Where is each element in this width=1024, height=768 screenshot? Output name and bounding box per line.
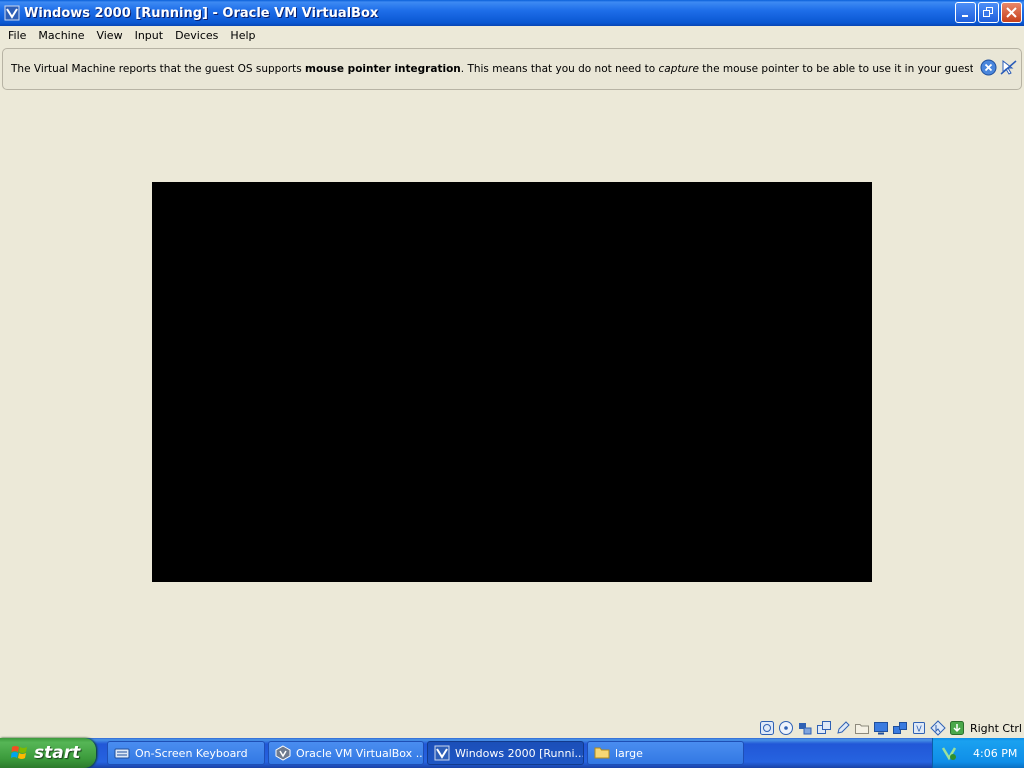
host-key-label: Right Ctrl [969,721,1022,735]
shared-folders-icon[interactable] [816,720,832,736]
start-label: start [34,743,81,763]
task-virtualbox-manager[interactable]: Oracle VM VirtualBox ... [268,741,424,765]
keyboard-icon [114,748,130,759]
pencil-icon[interactable] [835,720,851,736]
banner-message: The Virtual Machine reports that the gue… [11,63,973,75]
vm-display[interactable] [152,182,872,582]
virtualbox-icon [275,745,291,761]
menu-machine[interactable]: Machine [32,26,90,46]
virtualbox-icon [4,5,20,21]
close-button[interactable] [1001,2,1022,23]
minimize-icon [962,15,968,17]
display-icon[interactable] [873,720,889,736]
start-button[interactable]: start [0,738,96,768]
folder-icon[interactable] [854,720,870,736]
task-label: large [615,746,643,760]
windows-flag-icon [11,746,27,759]
hard-disk-icon[interactable] [759,720,775,736]
task-label: Oracle VM VirtualBox ... [296,746,424,760]
banner-text-2: . This means that you do not need to [460,63,659,75]
mouse-integration-off-icon[interactable] [1000,59,1017,76]
menu-devices[interactable]: Devices [169,26,224,46]
banner-italic-text: capture [658,63,699,75]
task-label: Windows 2000 [Runni... [455,746,584,760]
banner-text-3: the mouse pointer to be able to use it i… [702,63,973,75]
system-tray: 4:06 PM [932,738,1024,768]
dismiss-icon[interactable] [980,59,997,76]
mouse-integration-banner: The Virtual Machine reports that the gue… [2,48,1022,90]
cpu-icon[interactable]: V [911,720,927,736]
taskbar: start On-Screen Keyboard Oracle VM Virtu… [0,738,1024,768]
network-icon[interactable] [892,720,908,736]
menu-help[interactable]: Help [224,26,261,46]
banner-text-1: The Virtual Machine reports that the gue… [11,63,306,75]
menu-bar: File Machine View Input Devices Help [0,26,1024,46]
close-icon [1006,7,1017,18]
task-on-screen-keyboard[interactable]: On-Screen Keyboard [107,741,265,765]
banner-actions [980,59,1017,76]
restore-icon [983,7,993,17]
menu-input[interactable]: Input [129,26,169,46]
banner-bold-text: mouse pointer integration [305,63,461,75]
usb-icon[interactable] [797,720,813,736]
virtualbox-tray-icon[interactable] [941,745,957,761]
minimize-button[interactable] [955,2,976,23]
host-key-icon[interactable] [949,720,965,736]
vm-window-icon [434,745,450,761]
task-label: On-Screen Keyboard [135,746,248,760]
mouse-integration-icon[interactable] [930,720,946,736]
window-title-bar[interactable]: Windows 2000 [Running] - Oracle VM Virtu… [0,0,1024,26]
vm-status-bar: V Right Ctrl [759,718,1024,738]
menu-file[interactable]: File [2,26,32,46]
restore-button[interactable] [978,2,999,23]
optical-drive-icon[interactable] [778,720,794,736]
window-title: Windows 2000 [Running] - Oracle VM Virtu… [24,5,379,21]
window-controls [955,2,1022,23]
folder-icon [594,747,610,759]
task-folder-large[interactable]: large [587,741,744,765]
clock[interactable]: 4:06 PM [973,747,1017,760]
svg-text:V: V [916,725,922,734]
menu-view[interactable]: View [90,26,128,46]
task-windows-2000-vm[interactable]: Windows 2000 [Runni... [427,741,584,765]
